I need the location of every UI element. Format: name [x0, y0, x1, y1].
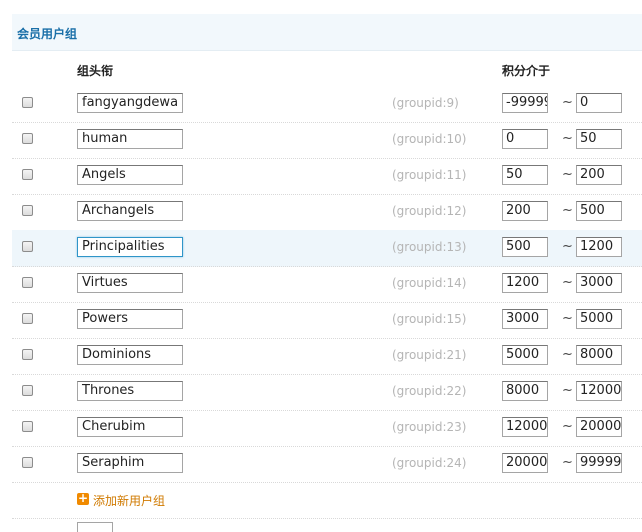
credits-min-input[interactable]: 1200: [502, 273, 548, 293]
group-title-input[interactable]: Seraphim: [77, 453, 183, 473]
group-title-input[interactable]: human: [77, 129, 183, 149]
groupid-label: (groupid:22): [392, 384, 467, 398]
range-separator: ~: [562, 455, 573, 470]
credits-min-input[interactable]: 500: [502, 237, 548, 257]
row-checkbox[interactable]: [22, 385, 33, 396]
credits-min-input[interactable]: 12000: [502, 417, 548, 437]
groupid-label: (groupid:21): [392, 348, 467, 362]
table-row: Dominions (groupid:21) 5000 ~8000: [12, 338, 642, 375]
groupid-label: (groupid:11): [392, 168, 467, 182]
row-checkbox[interactable]: [22, 421, 33, 432]
table-row: Powers (groupid:15) 3000 ~5000: [12, 302, 642, 339]
column-header-credits: 积分介于: [502, 64, 551, 78]
credits-min-input[interactable]: 8000: [502, 381, 548, 401]
credits-max-input[interactable]: 999999: [576, 453, 622, 473]
group-title-input[interactable]: fangyangdewa: [77, 93, 183, 113]
group-title-input[interactable]: Angels: [77, 165, 183, 185]
credits-max-input[interactable]: 8000: [576, 345, 622, 365]
column-header-name: 组头衔: [77, 64, 114, 78]
credits-max-input[interactable]: 12000: [576, 381, 622, 401]
partial-input: [77, 522, 113, 532]
groupid-label: (groupid:13): [392, 240, 467, 254]
table-row: Archangels (groupid:12) 200 ~500: [12, 194, 642, 231]
range-separator: ~: [562, 419, 573, 434]
credits-min-input[interactable]: 3000: [502, 309, 548, 329]
range-separator: ~: [562, 239, 573, 254]
row-checkbox[interactable]: [22, 241, 33, 252]
range-separator: ~: [562, 203, 573, 218]
row-checkbox[interactable]: [22, 277, 33, 288]
group-title-input[interactable]: Virtues: [77, 273, 183, 293]
table-row: Principalities (groupid:13) 500 ~1200: [12, 230, 642, 267]
credits-min-input[interactable]: -99999: [502, 93, 548, 113]
credits-min-input[interactable]: 5000: [502, 345, 548, 365]
table-row: Thrones (groupid:22) 8000 ~12000: [12, 374, 642, 411]
credits-max-input[interactable]: 20000: [576, 417, 622, 437]
credits-min-input[interactable]: 50: [502, 165, 548, 185]
group-title-input[interactable]: Cherubim: [77, 417, 183, 437]
groupid-label: (groupid:24): [392, 456, 467, 470]
credits-max-input[interactable]: 1200: [576, 237, 622, 257]
group-title-input[interactable]: Principalities: [77, 237, 183, 257]
row-checkbox[interactable]: [22, 313, 33, 324]
row-checkbox[interactable]: [22, 169, 33, 180]
groupid-label: (groupid:23): [392, 420, 467, 434]
credits-max-input[interactable]: 500: [576, 201, 622, 221]
row-checkbox[interactable]: [22, 133, 33, 144]
group-title-input[interactable]: Thrones: [77, 381, 183, 401]
credits-max-input[interactable]: 50: [576, 129, 622, 149]
groupid-label: (groupid:15): [392, 312, 467, 326]
table-row: Seraphim (groupid:24) 20000 ~999999: [12, 446, 642, 483]
row-checkbox[interactable]: [22, 349, 33, 360]
groupid-label: (groupid:12): [392, 204, 467, 218]
group-title-input[interactable]: Dominions: [77, 345, 183, 365]
table-row: Virtues (groupid:14) 1200 ~3000: [12, 266, 642, 303]
add-group-row: + 添加新用户组: [12, 482, 642, 519]
section-header: 会员用户组: [12, 14, 642, 51]
row-checkbox[interactable]: [22, 205, 33, 216]
section-title: 会员用户组: [17, 27, 78, 41]
row-checkbox[interactable]: [22, 97, 33, 108]
credits-max-input[interactable]: 0: [576, 93, 622, 113]
range-separator: ~: [562, 167, 573, 182]
table-row: human (groupid:10) 0 ~50: [12, 122, 642, 159]
plus-square-icon[interactable]: +: [77, 492, 89, 505]
range-separator: ~: [562, 347, 573, 362]
groupid-label: (groupid:10): [392, 132, 467, 146]
credits-min-input[interactable]: 200: [502, 201, 548, 221]
groupid-label: (groupid:14): [392, 276, 467, 290]
range-separator: ~: [562, 383, 573, 398]
credits-min-input[interactable]: 20000: [502, 453, 548, 473]
credits-min-input[interactable]: 0: [502, 129, 548, 149]
credits-max-input[interactable]: 200: [576, 165, 622, 185]
range-separator: ~: [562, 311, 573, 326]
range-separator: ~: [562, 131, 573, 146]
groupid-label: (groupid:9): [392, 96, 459, 110]
table-row: Cherubim (groupid:23) 12000 ~20000: [12, 410, 642, 447]
range-separator: ~: [562, 95, 573, 110]
credits-max-input[interactable]: 5000: [576, 309, 622, 329]
table-row: Angels (groupid:11) 50 ~200: [12, 158, 642, 195]
credits-max-input[interactable]: 3000: [576, 273, 622, 293]
group-title-input[interactable]: Archangels: [77, 201, 183, 221]
range-separator: ~: [562, 275, 573, 290]
table-row: fangyangdewa (groupid:9) -99999 ~0: [12, 86, 642, 123]
add-group-link[interactable]: 添加新用户组: [93, 492, 165, 509]
row-checkbox[interactable]: [22, 457, 33, 468]
group-title-input[interactable]: Powers: [77, 309, 183, 329]
